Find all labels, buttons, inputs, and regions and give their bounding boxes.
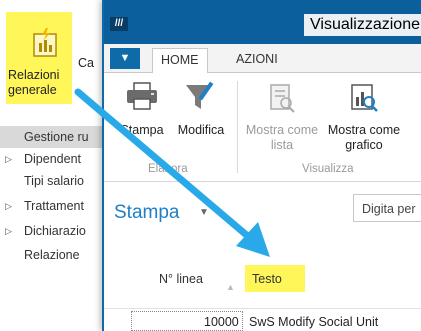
cell-testo[interactable]: SwS Modify Social Unit <box>249 315 378 329</box>
nav-item-tipi-salario[interactable]: Tipi salario <box>0 170 104 192</box>
expand-icon[interactable]: ▷ <box>5 195 12 217</box>
expand-icon[interactable]: ▷ <box>5 148 12 170</box>
nav-item-label: Dipendent <box>24 152 81 166</box>
mostra-come-lista-button[interactable]: Mostra come lista <box>244 73 320 153</box>
chevron-down-icon[interactable]: ▼ <box>199 207 209 218</box>
nav-item-relazione[interactable]: Relazione <box>0 244 104 266</box>
nav-item-label: Tipi salario <box>24 174 84 188</box>
group-label-elabora: Elabora <box>148 163 188 175</box>
column-header-testo[interactable]: Testo <box>252 272 282 286</box>
column-header-line-no[interactable]: N° linea <box>159 272 203 286</box>
modifica-button[interactable]: Modifica <box>172 73 230 153</box>
app-menu-button[interactable]: ▼ <box>110 48 140 69</box>
row-divider <box>104 308 421 309</box>
nav-item-dichiarazioni[interactable]: ▷ Dichiarazio <box>0 220 104 242</box>
group-label-visualizza: Visualizza <box>302 163 354 175</box>
mostra-come-grafico-label: Mostra come grafico <box>327 123 401 152</box>
tab-azioni[interactable]: AZIONI <box>236 50 278 72</box>
nav-item-trattamenti[interactable]: ▷ Trattament <box>0 195 104 217</box>
nav-item-label: Relazione <box>24 248 80 262</box>
relazioni-generale-button[interactable]: Relazioni generale <box>6 12 72 104</box>
window-titlebar: /// Visualizzazione <box>104 0 421 44</box>
truncated-ribbon-label[interactable]: Ca <box>78 56 94 70</box>
expand-icon[interactable]: ▷ <box>5 220 12 242</box>
mostra-come-grafico-button[interactable]: Mostra come grafico <box>322 73 406 153</box>
tab-home[interactable]: HOME <box>152 48 208 73</box>
nav-item-gestione[interactable]: Gestione ru <box>0 126 104 148</box>
sort-ascending-icon: ▲ <box>226 282 235 292</box>
window-title: Visualizzazione <box>304 14 421 36</box>
app-logo-icon: /// <box>110 17 128 31</box>
stampa-button-label: Stampa <box>120 123 164 137</box>
cell-line-no[interactable]: 10000 <box>204 315 239 329</box>
ribbon-home: Stampa Modifica Elabora Mostra come list… <box>104 73 421 182</box>
ribbon-separator <box>237 81 238 173</box>
printer-icon <box>127 82 157 110</box>
nav-item-dipendenti[interactable]: ▷ Dipendent <box>0 148 104 170</box>
nav-item-label: Trattament <box>24 199 84 213</box>
chart-view-icon <box>351 84 378 112</box>
nav-item-label: Gestione ru <box>24 130 89 144</box>
stampa-button[interactable]: Stampa <box>116 73 168 153</box>
navigation-pane: Gestione ru ▷ Dipendent Tipi salario ▷ T… <box>0 122 104 331</box>
page-title[interactable]: Stampa <box>114 202 179 224</box>
filter-edit-icon <box>186 81 214 109</box>
mostra-come-lista-label: Mostra come lista <box>245 123 319 152</box>
relazioni-generale-label: Relazioni generale <box>8 68 60 97</box>
nav-item-label: Dichiarazio <box>24 224 86 238</box>
list-view-icon <box>270 84 295 113</box>
ribbon-tabs: ▼ HOME AZIONI <box>104 44 421 73</box>
chevron-down-icon: ▼ <box>119 52 131 64</box>
modifica-button-label: Modifica <box>177 123 225 137</box>
report-window: /// Visualizzazione ▼ HOME AZIONI Stampa <box>102 0 421 331</box>
report-icon <box>33 28 57 57</box>
search-input[interactable]: Digita per <box>353 194 421 222</box>
